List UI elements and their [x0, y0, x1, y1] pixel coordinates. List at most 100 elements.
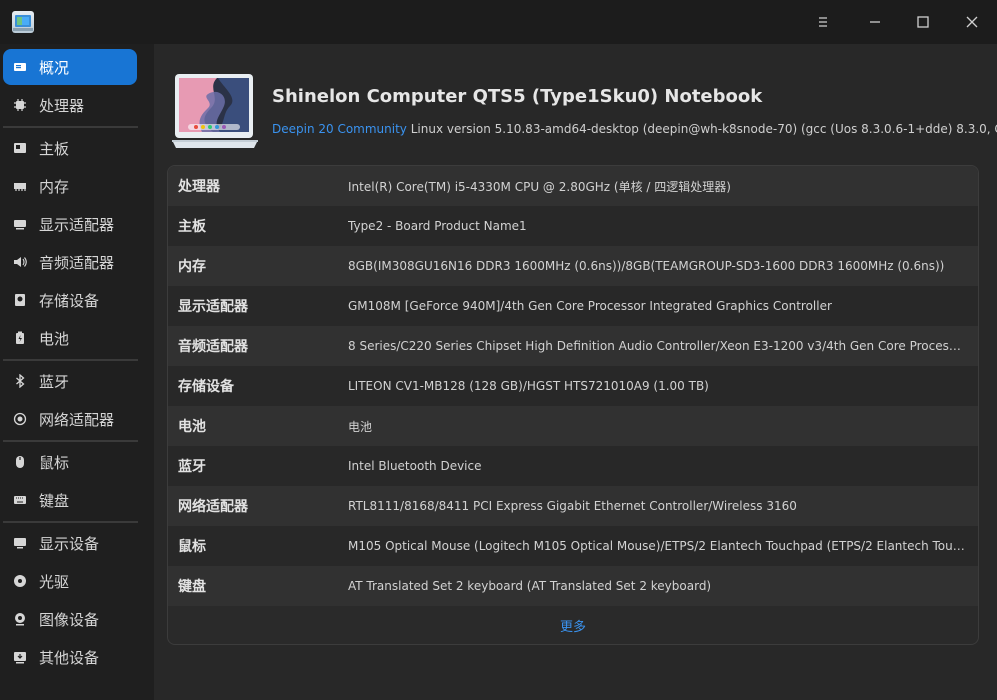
sidebar-item-mouse[interactable]: 鼠标 [3, 444, 137, 480]
sidebar: 概况 处理器 主板 内存 显示适配器 音频适配器 存储设备 电池 蓝牙 网络适配… [0, 44, 148, 700]
sidebar-item-label: 键盘 [39, 491, 70, 510]
sidebar-item-storage[interactable]: 存储设备 [3, 282, 137, 318]
network-icon [13, 412, 27, 426]
sidebar-item-audio-adapter[interactable]: 音频适配器 [3, 244, 137, 280]
optical-drive-icon [13, 574, 27, 588]
sidebar-item-cpu[interactable]: 处理器 [3, 87, 137, 123]
title-bar [0, 0, 997, 44]
table-row: 键盘 AT Translated Set 2 keyboard (AT Trans… [168, 566, 978, 606]
table-row: 音频适配器 8 Series/C220 Series Chipset High D… [168, 326, 978, 366]
table-row: 网络适配器 RTL8111/8168/8411 PCI Express Gigab… [168, 486, 978, 526]
audio-icon [13, 255, 27, 269]
table-row: 蓝牙 Intel Bluetooth Device [168, 446, 978, 486]
sidebar-item-optical-drive[interactable]: 光驱 [3, 563, 137, 599]
info-app-icon [12, 11, 34, 33]
row-value: 8GB(IM308GU16N16 DDR3 1600MHz (0.6ns))/8… [348, 259, 945, 273]
sidebar-divider [3, 521, 138, 523]
row-value: Type2 - Board Product Name1 [348, 219, 527, 233]
table-row: 鼠标 M105 Optical Mouse (Logitech M105 Opti… [168, 526, 978, 566]
os-link[interactable]: Deepin 20 Community [272, 122, 407, 136]
sidebar-item-label: 网络适配器 [39, 410, 115, 429]
sidebar-item-label: 音频适配器 [39, 253, 115, 272]
sidebar-item-label: 内存 [39, 177, 70, 196]
row-key: 显示适配器 [178, 299, 248, 315]
row-value: RTL8111/8168/8411 PCI Express Gigabit Et… [348, 499, 797, 513]
sidebar-item-other-devices[interactable]: 其他设备 [3, 639, 137, 675]
sidebar-item-label: 蓝牙 [39, 372, 70, 391]
row-key: 键盘 [178, 579, 206, 595]
battery-icon [13, 331, 27, 345]
monitor-icon [13, 536, 27, 550]
os-detail: Linux version 5.10.83-amd64-desktop (dee… [410, 122, 997, 136]
storage-icon [13, 293, 27, 307]
bluetooth-icon [13, 374, 27, 388]
maximize-icon [917, 16, 929, 28]
sidebar-item-monitor[interactable]: 显示设备 [3, 525, 137, 561]
table-row: 主板 Type2 - Board Product Name1 [168, 206, 978, 246]
motherboard-icon [13, 141, 27, 155]
sidebar-item-battery[interactable]: 电池 [3, 320, 137, 356]
row-value: M105 Optical Mouse (Logitech M105 Optica… [348, 539, 978, 553]
sidebar-item-label: 图像设备 [39, 610, 100, 629]
display-adapter-icon [13, 217, 27, 231]
row-key: 处理器 [178, 179, 220, 195]
device-name: Shinelon Computer QTS5 (Type1Sku0) Noteb… [272, 86, 763, 107]
sidebar-item-label: 电池 [39, 329, 70, 348]
sidebar-divider [3, 359, 138, 361]
camera-icon [13, 612, 27, 626]
sidebar-item-label: 光驱 [39, 572, 70, 591]
sidebar-item-label: 显示设备 [39, 534, 100, 553]
other-device-icon [13, 650, 27, 664]
sidebar-item-network[interactable]: 网络适配器 [3, 401, 137, 437]
sidebar-item-bluetooth[interactable]: 蓝牙 [3, 363, 137, 399]
table-row: 存储设备 LITEON CV1-MB128 (128 GB)/HGST HTS72… [168, 366, 978, 406]
sidebar-item-keyboard[interactable]: 键盘 [3, 482, 137, 518]
sidebar-item-camera[interactable]: 图像设备 [3, 601, 137, 637]
mouse-icon [13, 455, 27, 469]
sidebar-item-display-adapter[interactable]: 显示适配器 [3, 206, 137, 242]
row-value: Intel Bluetooth Device [348, 459, 482, 473]
table-row: 显示适配器 GM108M [GeForce 940M]/4th Gen Core … [168, 286, 978, 326]
sidebar-item-label: 处理器 [39, 96, 85, 115]
sidebar-item-label: 存储设备 [39, 291, 100, 310]
row-key: 音频适配器 [178, 339, 248, 355]
os-info: Deepin 20 Community Linux version 5.10.8… [272, 122, 997, 136]
row-key: 电池 [178, 419, 206, 435]
table-row: 内存 8GB(IM308GU16N16 DDR3 1600MHz (0.6ns))… [168, 246, 978, 286]
keyboard-icon [13, 493, 27, 507]
sidebar-divider [3, 440, 138, 442]
row-key: 网络适配器 [178, 499, 248, 515]
sidebar-item-label: 主板 [39, 139, 70, 158]
sidebar-item-memory[interactable]: 内存 [3, 168, 137, 204]
row-value: Intel(R) Core(TM) i5-4330M CPU @ 2.80GHz… [348, 179, 731, 194]
menu-icon [819, 17, 827, 27]
overview-icon [13, 60, 27, 74]
row-value: 电池 [348, 419, 373, 434]
minimize-button[interactable] [853, 7, 897, 37]
row-key: 鼠标 [178, 539, 206, 555]
row-value: GM108M [GeForce 940M]/4th Gen Core Proce… [348, 299, 832, 313]
menu-button[interactable] [801, 7, 845, 37]
row-key: 内存 [178, 259, 206, 275]
sidebar-item-label: 显示适配器 [39, 215, 115, 234]
table-row: 电池 电池 [168, 406, 978, 446]
sidebar-item-motherboard[interactable]: 主板 [3, 130, 137, 166]
row-value: 8 Series/C220 Series Chipset High Defini… [348, 339, 978, 353]
sidebar-divider [3, 126, 138, 128]
close-button[interactable] [950, 7, 994, 37]
laptop-icon [172, 74, 258, 148]
row-value: LITEON CV1-MB128 (128 GB)/HGST HTS721010… [348, 379, 709, 393]
row-key: 存储设备 [178, 379, 234, 395]
memory-icon [13, 179, 27, 193]
minimize-icon [870, 21, 880, 23]
more-link[interactable]: 更多 [168, 606, 978, 644]
row-key: 蓝牙 [178, 459, 206, 475]
maximize-button[interactable] [901, 7, 945, 37]
hardware-summary-table: 处理器 Intel(R) Core(TM) i5-4330M CPU @ 2.80… [167, 165, 979, 645]
sidebar-item-overview[interactable]: 概况 [3, 49, 137, 85]
sidebar-item-label: 概况 [39, 58, 70, 77]
sidebar-item-label: 其他设备 [39, 648, 100, 667]
sidebar-item-label: 鼠标 [39, 453, 70, 472]
row-value: AT Translated Set 2 keyboard (AT Transla… [348, 579, 712, 593]
table-row: 处理器 Intel(R) Core(TM) i5-4330M CPU @ 2.80… [168, 166, 978, 206]
